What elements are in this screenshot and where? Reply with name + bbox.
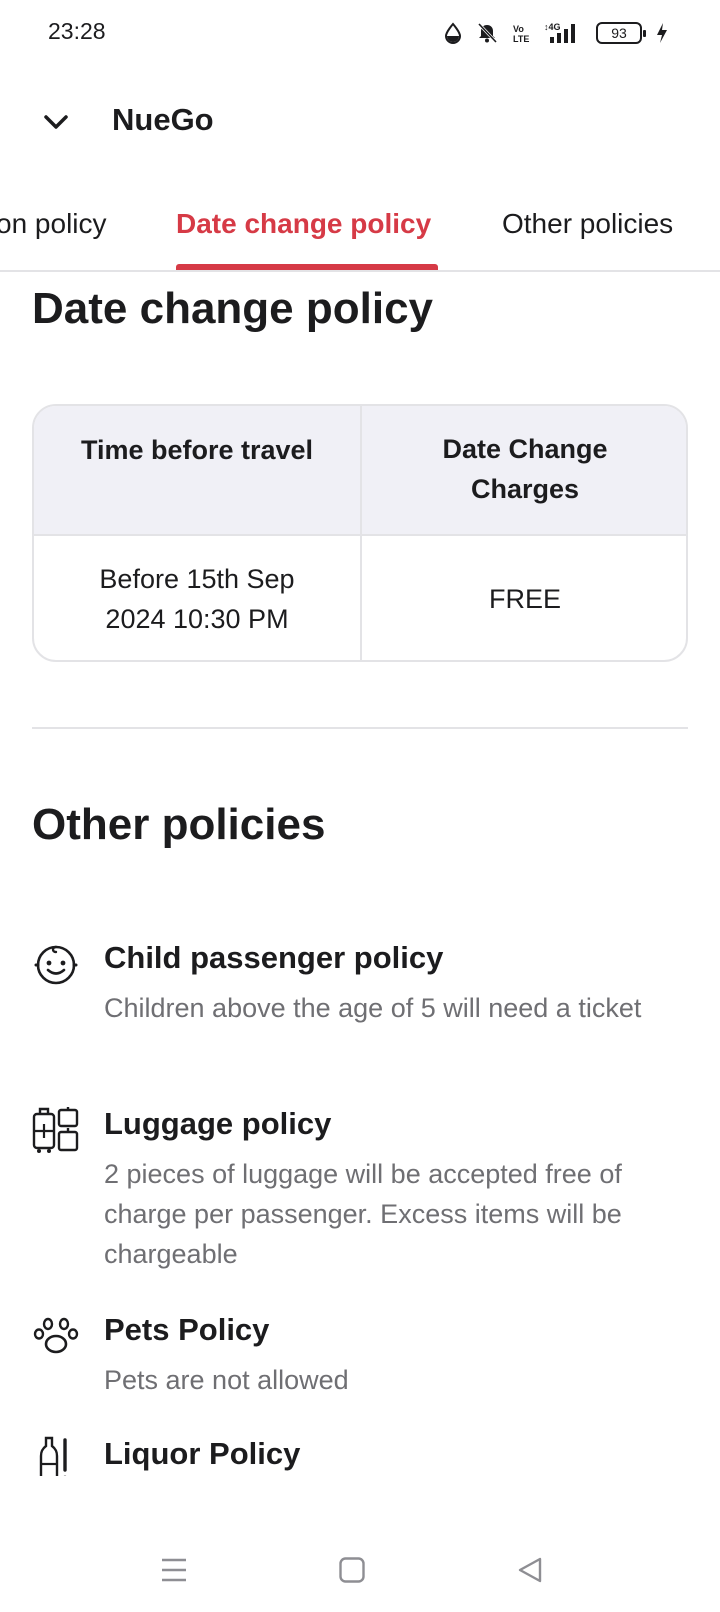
volte-icon: Vo LTE bbox=[512, 22, 530, 44]
policy-item-luggage: Luggage policy 2 pieces of luggage will … bbox=[32, 1106, 692, 1269]
bottle-icon bbox=[32, 1436, 80, 1476]
status-icons: Vo LTE ↕4G 93 bbox=[444, 18, 668, 48]
column-header-charges: Date Change Charges bbox=[362, 424, 686, 514]
child-face-icon bbox=[32, 940, 80, 988]
menu-icon[interactable] bbox=[152, 1548, 196, 1592]
column-header-time-text: Time before travel bbox=[80, 435, 314, 465]
tab-other-policies[interactable]: Other policies bbox=[502, 208, 673, 240]
svg-text:LTE: LTE bbox=[513, 34, 529, 44]
policy-item-liquor: Liquor Policy bbox=[32, 1436, 692, 1476]
policy-desc-child: Children above the age of 5 will need a … bbox=[104, 993, 642, 1023]
table-row-charge-cell: FREE bbox=[362, 540, 686, 658]
table-row-time-cell: Before 15th Sep 2024 10:30 PM bbox=[34, 540, 360, 658]
date-change-policy-title: Date change policy bbox=[32, 284, 434, 333]
time-cell-line1: Before 15th Sep bbox=[99, 564, 295, 594]
date-change-table: Time before travel Date Change Charges B… bbox=[32, 404, 688, 662]
status-time: 23:28 bbox=[48, 18, 106, 44]
data-saver-icon bbox=[444, 22, 462, 44]
policy-title-liquor: Liquor Policy bbox=[104, 1436, 301, 1471]
signal-4g-icon: ↕4G bbox=[544, 21, 582, 45]
battery-icon: 93 bbox=[596, 22, 646, 44]
policy-title-child: Child passenger policy bbox=[104, 940, 444, 975]
column-header-time: Time before travel bbox=[34, 406, 360, 494]
policy-desc-pets: Pets are not allowed bbox=[104, 1365, 349, 1395]
charge-value: FREE bbox=[488, 584, 561, 614]
scroll-clip: Liquor Policy bbox=[0, 1428, 720, 1476]
luggage-icon bbox=[32, 1106, 80, 1154]
home-square-icon[interactable] bbox=[330, 1548, 374, 1592]
svg-text:↕4G: ↕4G bbox=[544, 22, 561, 32]
column-header-charges-line2: Charges bbox=[470, 474, 580, 504]
status-bar: 23:28 Vo LTE ↕4G 93 bbox=[0, 0, 720, 66]
battery-level: 93 bbox=[611, 25, 627, 41]
policy-item-pets: Pets Policy Pets are not allowed bbox=[32, 1312, 692, 1402]
app-title: NueGo bbox=[112, 102, 214, 137]
system-nav-bar bbox=[0, 1540, 720, 1600]
paw-icon bbox=[32, 1312, 80, 1360]
chevron-down-icon[interactable] bbox=[36, 102, 76, 142]
tab-cancellation-policy[interactable]: on policy bbox=[0, 208, 107, 240]
policy-item-child: Child passenger policy Children above th… bbox=[32, 940, 692, 1060]
app-header: NueGo bbox=[0, 82, 720, 162]
time-cell-line2: 2024 10:30 PM bbox=[105, 604, 289, 634]
policy-title-pets: Pets Policy bbox=[104, 1312, 270, 1347]
policy-desc-luggage: 2 pieces of luggage will be accepted fre… bbox=[104, 1159, 622, 1269]
section-divider bbox=[32, 727, 688, 729]
bell-off-icon bbox=[476, 22, 498, 44]
charging-icon bbox=[656, 22, 668, 44]
policy-title-luggage: Luggage policy bbox=[104, 1106, 332, 1141]
back-triangle-icon[interactable] bbox=[508, 1548, 552, 1592]
other-policies-title: Other policies bbox=[32, 800, 326, 849]
svg-text:Vo: Vo bbox=[513, 24, 524, 34]
active-tab-indicator bbox=[176, 264, 438, 270]
tab-date-change-policy[interactable]: Date change policy bbox=[176, 208, 431, 240]
column-header-charges-line1: Date Change bbox=[442, 434, 608, 464]
policy-tabs: on policy Date change policy Other polic… bbox=[0, 190, 720, 272]
